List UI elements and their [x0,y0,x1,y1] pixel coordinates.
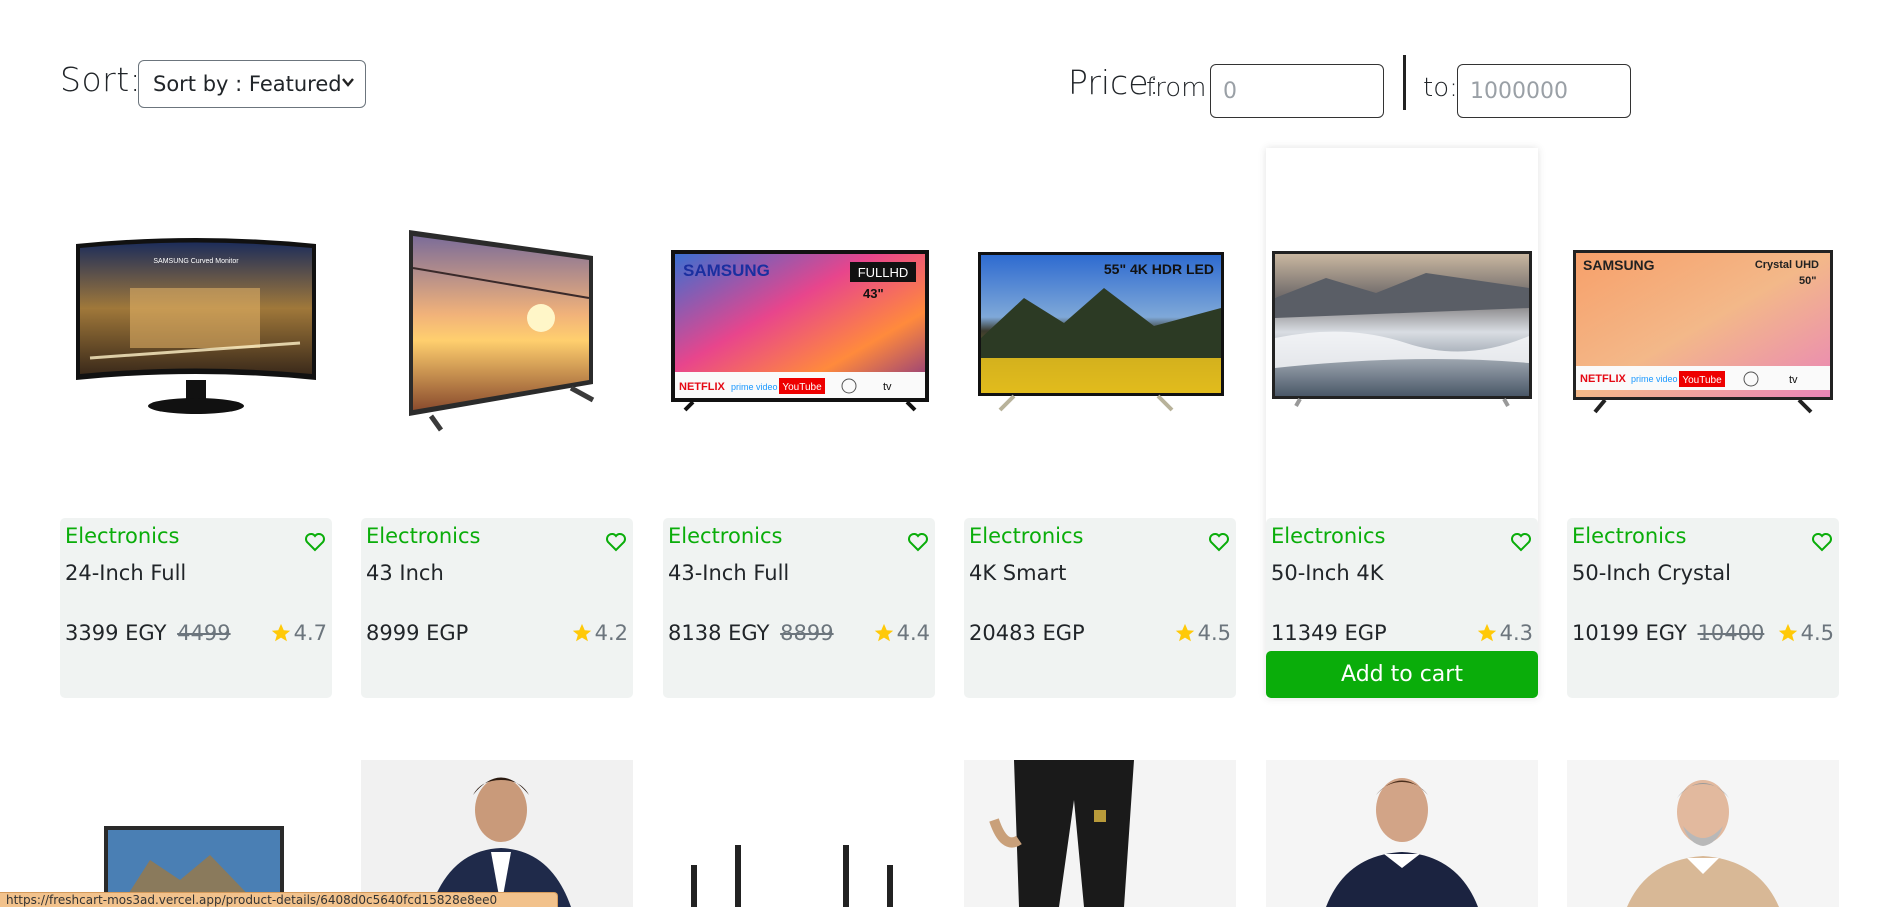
product-image[interactable] [1266,760,1538,907]
product-rating: 4.4 [873,621,930,645]
product-image[interactable] [964,760,1236,907]
product-info: Electronics 43-Inch Full 8138 EGY 8899 4… [663,518,935,698]
tv-overlay-text: NETFLIX [1580,373,1626,385]
star-icon [572,623,591,642]
from-label: from: [1146,73,1216,103]
product-rating: 4.5 [1777,621,1834,645]
tv-overlay-text: YouTube [782,382,822,393]
to-label: to: [1423,73,1458,103]
tv-overlay-text: prime video [731,382,778,392]
product-image[interactable] [60,760,332,907]
price-from-input[interactable]: 0 [1210,64,1384,118]
price-to-placeholder: 1000000 [1470,78,1568,104]
price-from-placeholder: 0 [1223,78,1237,104]
product-rating: 4.3 [1476,621,1533,645]
tv-overlay-text: 43" [863,286,884,301]
heart-icon[interactable] [604,530,628,554]
star-icon [1175,623,1194,642]
tv-overlay-text: Crystal UHD [1755,259,1819,271]
product-image[interactable]: 55" 4K HDR LED [964,148,1236,518]
product-title[interactable]: 24-Inch Full [65,561,186,585]
product-category: Electronics [668,524,783,548]
old-price: 4499 [177,621,231,645]
product-rating: 4.2 [571,621,628,645]
product-price: 20483 EGP [969,621,1085,645]
star-icon [1778,623,1797,642]
product-info: Electronics 24-Inch Full 3399 EGY 4499 4… [60,518,332,698]
product-price: 3399 EGY 4499 [65,621,231,645]
product-price: 11349 EGP [1271,621,1387,645]
tv-overlay-text: FULLHD [858,265,909,280]
product-image[interactable] [663,760,935,907]
product-image[interactable]: SAMSUNG FULLHD 43" NETFLIX prime video Y… [663,148,935,518]
star-icon [1477,623,1496,642]
star-icon [271,623,290,642]
product-title[interactable]: 43 Inch [366,561,444,585]
heart-icon[interactable] [1810,530,1834,554]
product-image[interactable] [361,148,633,518]
heart-icon[interactable] [1509,530,1533,554]
sort-select[interactable]: Sort by : Featured [138,60,366,108]
product-category: Electronics [969,524,1084,548]
heart-icon[interactable] [1207,530,1231,554]
product-image[interactable] [1567,760,1839,907]
tv-overlay-text: prime video [1631,374,1678,384]
product-price: 10199 EGY 10400 [1572,621,1765,645]
product-info: Electronics 4K Smart 20483 EGP 4.5 [964,518,1236,698]
product-price: 8999 EGP [366,621,469,645]
tv-overlay-text: SAMSUNG Curved Monitor [153,258,239,265]
product-title[interactable]: 50-Inch Crystal [1572,561,1731,585]
tv-overlay-text: tv [883,381,892,393]
heart-icon[interactable] [906,530,930,554]
product-price: 8138 EGY 8899 [668,621,834,645]
status-bar-url: https://freshcart-mos3ad.vercel.app/prod… [0,892,558,907]
product-rating: 4.5 [1174,621,1231,645]
star-icon [874,623,893,642]
add-to-cart-button[interactable]: Add to cart [1266,651,1538,698]
product-title[interactable]: 50-Inch 4K [1271,561,1383,585]
tv-overlay-text: YouTube [1682,375,1722,386]
tv-overlay-text: NETFLIX [679,381,725,393]
tv-overlay-text: tv [1789,374,1798,386]
price-to-input[interactable]: 1000000 [1457,64,1631,118]
product-category: Electronics [1271,524,1386,548]
product-category: Electronics [65,524,180,548]
product-card[interactable]: Electronics 50-Inch 4K 11349 EGP 4.3 Add… [1266,148,1538,698]
product-category: Electronics [1572,524,1687,548]
product-info: Electronics 43 Inch 8999 EGP 4.2 [361,518,633,698]
tv-overlay-text: SAMSUNG [683,261,770,280]
chevron-down-icon [341,73,355,94]
tv-overlay-text: SAMSUNG [1583,257,1655,273]
product-title[interactable]: 43-Inch Full [668,561,789,585]
product-rating: 4.7 [270,621,327,645]
old-price: 8899 [780,621,834,645]
tv-overlay-text: 55" 4K HDR LED [1104,261,1214,277]
product-image[interactable]: SAMSUNG Curved Monitor [60,148,332,518]
product-image[interactable] [1266,148,1538,518]
product-image[interactable] [361,760,633,907]
product-info: Electronics 50-Inch Crystal 10199 EGY 10… [1567,518,1839,698]
heart-icon[interactable] [303,530,327,554]
tv-overlay-text: 50" [1799,275,1816,287]
product-title[interactable]: 4K Smart [969,561,1066,585]
sort-selected-value: Sort by : Featured [153,72,342,96]
sort-label: Sort: [60,60,142,99]
price-separator [1403,55,1406,110]
old-price: 10400 [1697,621,1765,645]
product-category: Electronics [366,524,481,548]
product-image[interactable]: SAMSUNG Crystal UHD 50" NETFLIX prime vi… [1567,148,1839,518]
